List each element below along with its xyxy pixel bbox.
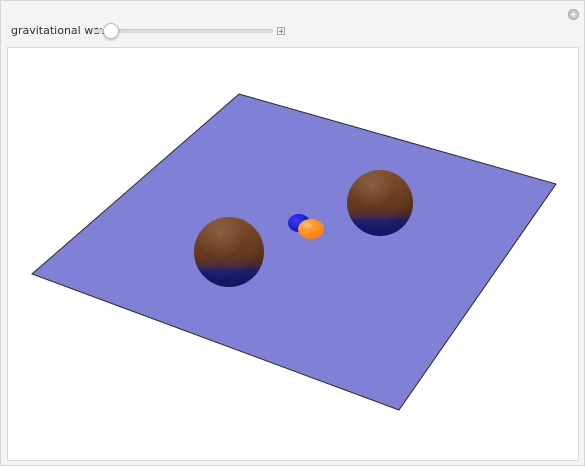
demonstration-panel: gravitational waves xyxy=(0,0,585,466)
slider-expand-plus-icon[interactable] xyxy=(277,27,285,35)
left-sphere xyxy=(194,217,264,287)
controls-bar: gravitational waves xyxy=(1,1,584,45)
gravitational-waves-slider-thumb[interactable] xyxy=(103,23,119,39)
plane xyxy=(31,93,557,411)
scene-graphic xyxy=(31,93,557,411)
3d-viewport[interactable] xyxy=(7,47,579,461)
gravitational-waves-slider-track[interactable] xyxy=(93,29,273,33)
options-plus-icon[interactable] xyxy=(568,9,579,20)
right-sphere xyxy=(347,170,413,236)
